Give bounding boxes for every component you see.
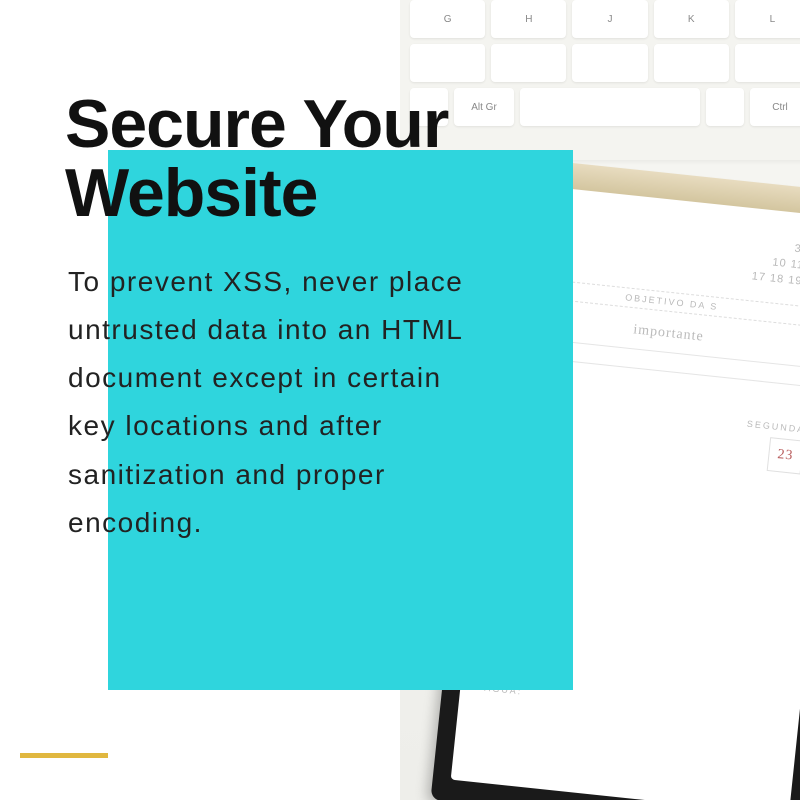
keyboard-key — [706, 88, 744, 126]
keyboard-key: K — [654, 0, 729, 38]
keyboard-key — [654, 44, 729, 82]
keyboard-key: H — [491, 0, 566, 38]
keyboard-key — [735, 44, 800, 82]
keyboard-spacebar — [520, 88, 700, 126]
keyboard-key-ctrl: Ctrl — [750, 88, 800, 126]
keyboard-key: L — [735, 0, 800, 38]
keyboard-key — [572, 44, 647, 82]
keyboard-key: J — [572, 0, 647, 38]
keyboard-key — [491, 44, 566, 82]
keyboard-key: G — [410, 0, 485, 38]
keyboard-key — [410, 44, 485, 82]
body-text: To prevent XSS, never place untrusted da… — [68, 258, 498, 547]
accent-underline — [20, 753, 108, 758]
keyboard-key-altgr: Alt Gr — [454, 88, 514, 126]
keyboard-graphic: G H J K L Alt Gr Ctrl — [400, 0, 800, 160]
headline-text: Secure YourWebsite — [65, 90, 448, 229]
notebook-day-number: 23 — [767, 437, 800, 474]
